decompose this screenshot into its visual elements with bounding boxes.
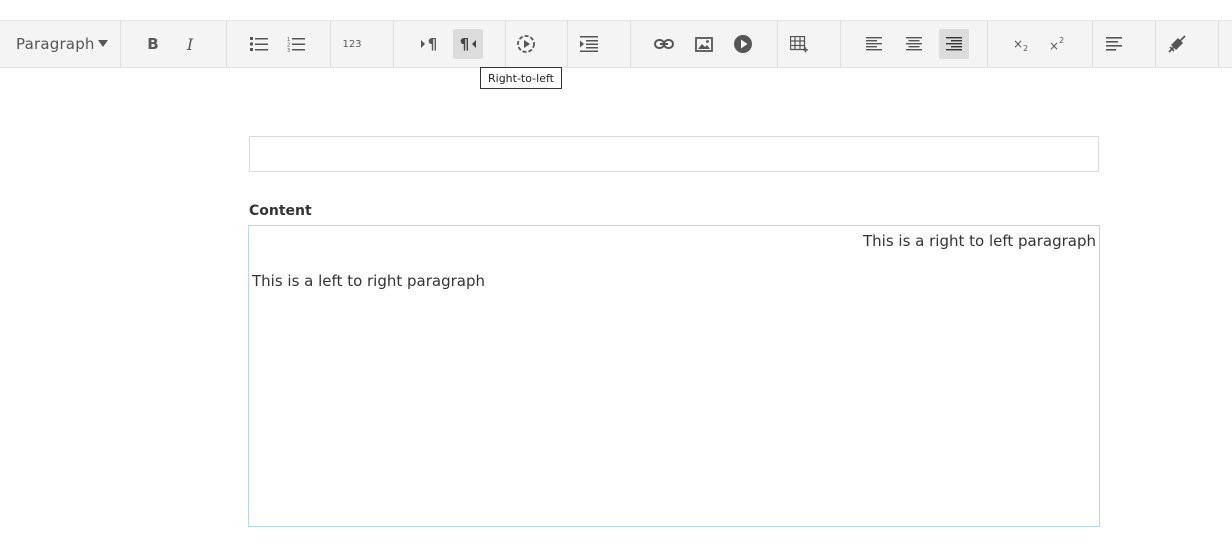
link-icon: [654, 39, 674, 49]
left-to-right-button[interactable]: ¶: [414, 29, 444, 59]
pilcrow-glyph: ¶: [459, 35, 470, 53]
paragraph-format-select[interactable]: Paragraph: [8, 29, 112, 59]
link-button[interactable]: [649, 29, 679, 59]
script-group: × 2 × 2: [988, 21, 1093, 67]
title-input[interactable]: [249, 136, 1099, 172]
right-to-left-button[interactable]: ¶: [453, 29, 483, 59]
text-style-group: B I: [121, 21, 227, 67]
svg-text:2: 2: [1023, 44, 1028, 52]
indent-icon: [580, 36, 598, 52]
video-button[interactable]: [728, 29, 758, 59]
paragraph-format-group: [1093, 21, 1156, 67]
indent-group: [568, 21, 631, 67]
italic-button[interactable]: I: [175, 29, 205, 59]
dynamic-group: [506, 21, 568, 67]
numbering-button[interactable]: 123: [337, 29, 367, 59]
paragraph-format-value: Paragraph: [16, 35, 95, 53]
paragraph-format-button[interactable]: [1099, 29, 1129, 59]
list-group: 1 2 3: [227, 21, 331, 67]
bullet-list-icon: [250, 37, 268, 51]
pilcrow-glyph: ¶: [427, 35, 438, 53]
bold-icon: B: [147, 35, 159, 53]
table-group: [778, 21, 841, 67]
format-group: Paragraph: [0, 21, 121, 67]
numbering-group: 123: [331, 21, 394, 67]
editor-toolbar: Paragraph B I 1 2 3 123 ¶ ¶ × 2 × 2: [0, 20, 1232, 68]
align-center-icon: [906, 37, 922, 51]
indent-button[interactable]: [574, 29, 604, 59]
superscript-button[interactable]: × 2: [1043, 29, 1073, 59]
right-to-left-icon: ¶: [460, 35, 477, 53]
svg-text:×: ×: [1049, 39, 1059, 52]
align-left-icon: [866, 37, 882, 51]
subscript-icon: × 2: [1013, 37, 1028, 52]
svg-text:×: ×: [1013, 37, 1023, 51]
rtl-tooltip: Right-to-left: [480, 67, 562, 89]
content-editor[interactable]: This is a right to left paragraph This i…: [248, 225, 1100, 527]
insert-group: [631, 21, 778, 67]
content-label: Content: [249, 203, 312, 219]
numbered-list-button[interactable]: 1 2 3: [281, 29, 311, 59]
arrow-left-icon: [472, 40, 477, 48]
align-center-button[interactable]: [899, 29, 929, 59]
alignment-group: [841, 21, 988, 67]
direction-group: ¶ ¶: [394, 21, 506, 67]
chevron-down-icon: [98, 40, 108, 47]
dynamic-content-icon: [517, 35, 535, 53]
svg-text:2: 2: [1059, 36, 1064, 45]
left-to-right-icon: ¶: [420, 35, 438, 53]
align-left-button[interactable]: [859, 29, 889, 59]
bullet-list-button[interactable]: [244, 29, 274, 59]
align-right-icon: [946, 37, 962, 51]
svg-text:3: 3: [287, 48, 290, 52]
numbering-icon: 123: [342, 38, 362, 50]
bold-button[interactable]: B: [138, 29, 168, 59]
rtl-paragraph[interactable]: This is a right to left paragraph: [863, 232, 1096, 250]
paragraph-format-icon: [1106, 37, 1122, 51]
align-right-button[interactable]: [939, 29, 969, 59]
dynamic-content-button[interactable]: [511, 29, 541, 59]
eraser-icon: [1168, 35, 1186, 53]
table-icon: [790, 35, 808, 52]
italic-icon: I: [186, 34, 194, 54]
clear-format-group: [1156, 21, 1219, 67]
arrow-right-icon: [420, 40, 425, 48]
table-button[interactable]: [784, 29, 814, 59]
image-icon: [695, 36, 713, 52]
subscript-button[interactable]: × 2: [1007, 29, 1037, 59]
superscript-icon: × 2: [1049, 36, 1064, 52]
play-icon: [734, 35, 752, 53]
numbered-list-icon: 1 2 3: [287, 37, 305, 52]
image-button[interactable]: [689, 29, 719, 59]
ltr-paragraph[interactable]: This is a left to right paragraph: [252, 272, 485, 290]
clear-format-button[interactable]: [1162, 29, 1192, 59]
